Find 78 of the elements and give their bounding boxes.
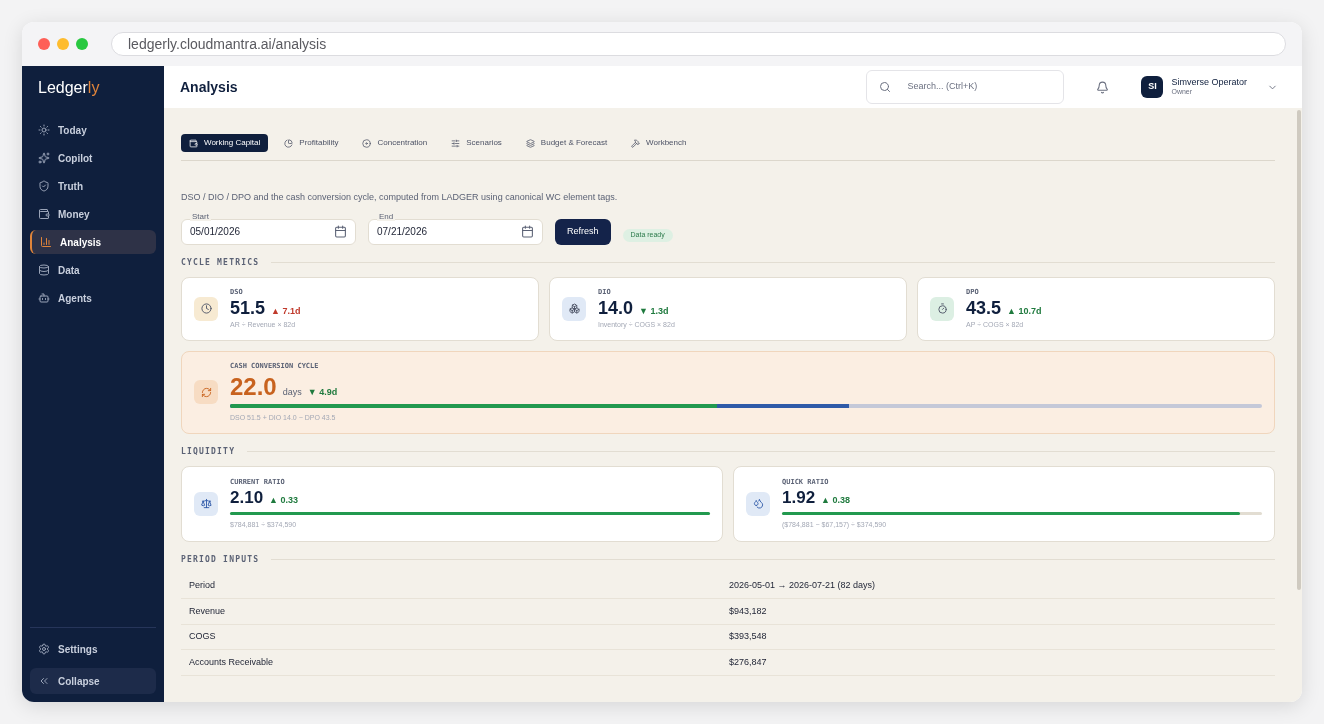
tab[interactable]: Workbench xyxy=(623,134,695,152)
refresh-cycle-icon xyxy=(200,386,212,398)
table-cell-text: $393,548 xyxy=(728,630,768,643)
shield-icon xyxy=(38,180,50,192)
wallet-icon xyxy=(189,138,198,148)
description: DSO / DIO / DPO and the cash conversion cycle, computed from LADGER using canonical WC element tags. xyxy=(181,191,619,204)
sparkles-icon xyxy=(38,152,50,164)
sidebar-item[interactable]: Agents xyxy=(30,286,156,310)
metric-value: 43.5 xyxy=(966,297,1002,320)
search-field[interactable]: Search... (Ctrl+K) xyxy=(866,70,1065,104)
pie-chart-icon xyxy=(284,138,294,148)
section-heading: PERIOD INPUTS xyxy=(181,553,260,566)
scrollbar-thumb[interactable] xyxy=(1297,110,1301,590)
metric-value: 14.0 xyxy=(598,297,634,320)
table-cell-text: 2026-05-01 → 2026-07-21 (82 days) xyxy=(728,579,877,592)
droplets-icon xyxy=(752,498,764,509)
metric-value: 2.10 xyxy=(230,487,264,509)
hammer-icon xyxy=(631,138,641,148)
layers-icon xyxy=(525,138,535,148)
clock-icon xyxy=(200,303,212,314)
tab[interactable]: Budget & Forecast xyxy=(517,134,616,152)
sidebar-item[interactable]: Money xyxy=(30,202,156,226)
sidebar-item[interactable]: Data xyxy=(30,258,156,282)
tab[interactable]: Working Capital xyxy=(181,134,269,152)
field-label: End xyxy=(377,212,396,221)
database-icon xyxy=(38,264,50,276)
robot-icon xyxy=(38,292,50,304)
calendar-icon[interactable] xyxy=(334,225,347,238)
wallet-icon xyxy=(38,208,50,220)
page-title: Analysis xyxy=(180,77,238,97)
notifications-icon[interactable] xyxy=(1096,80,1110,94)
sidebar-item[interactable]: Today xyxy=(30,118,156,142)
scale-icon xyxy=(200,498,212,509)
table-cell-text: $276,847 xyxy=(728,655,768,669)
disc-icon xyxy=(362,138,372,148)
unit-label: days xyxy=(282,385,302,399)
minimize-window-icon[interactable] xyxy=(57,38,69,50)
maximize-window-icon[interactable] xyxy=(76,38,88,50)
tab[interactable]: Profitability xyxy=(276,134,347,152)
section-heading: LIQUIDITY xyxy=(181,445,236,458)
delta-value: ▲ 10.7d xyxy=(1007,305,1042,319)
collapse-button[interactable]: Collapse xyxy=(30,668,156,694)
table-cell-text: COGS xyxy=(189,630,217,643)
avatar[interactable]: SI xyxy=(1141,76,1164,98)
user-name: Simverse Operator xyxy=(1171,77,1247,89)
address-bar[interactable]: ledgerly.cloudmantra.ai/analysis xyxy=(111,32,1286,56)
metric-value: 22.0 xyxy=(230,371,277,402)
metric-value: 51.5 xyxy=(230,297,266,320)
delta-value: ▼ 4.9d xyxy=(307,385,338,399)
table-cell-text: $943,182 xyxy=(728,604,768,618)
boxes-icon xyxy=(568,303,580,314)
bar-chart-icon xyxy=(40,236,52,248)
stopwatch-icon xyxy=(936,303,948,314)
search-icon xyxy=(879,81,892,93)
delta-value: ▼ 1.3d xyxy=(639,305,669,319)
metric-value: 1.92 xyxy=(782,487,816,509)
double-chevron-icon xyxy=(38,675,50,687)
logo: Ledgerly xyxy=(37,78,101,98)
refresh-button[interactable]: Refresh xyxy=(555,218,611,245)
delta-value: ▲ 0.33 xyxy=(269,494,299,508)
sliders-icon xyxy=(451,138,461,148)
close-window-icon[interactable] xyxy=(38,38,50,50)
section-heading: CYCLE METRICS xyxy=(181,256,260,269)
calendar-icon[interactable] xyxy=(521,225,534,238)
delta-value: ▲ 0.38 xyxy=(821,494,851,508)
table-cell-text: Accounts Receivable xyxy=(189,655,275,669)
sidebar-item[interactable]: Copilot xyxy=(30,146,156,170)
tab[interactable]: Concentration xyxy=(354,134,436,152)
sidebar-item[interactable]: Truth xyxy=(30,174,156,198)
settings-icon xyxy=(38,643,50,655)
sidebar-item[interactable]: Analysis xyxy=(30,230,156,254)
table-cell-text: Period xyxy=(189,579,216,592)
delta-value: ▲ 7.1d xyxy=(271,305,301,319)
table-cell-text: Revenue xyxy=(189,604,227,618)
settings-link[interactable]: Settings xyxy=(30,636,156,662)
sun-icon xyxy=(38,124,50,136)
field-label: Start xyxy=(190,212,211,221)
tab[interactable]: Scenarios xyxy=(443,134,510,152)
